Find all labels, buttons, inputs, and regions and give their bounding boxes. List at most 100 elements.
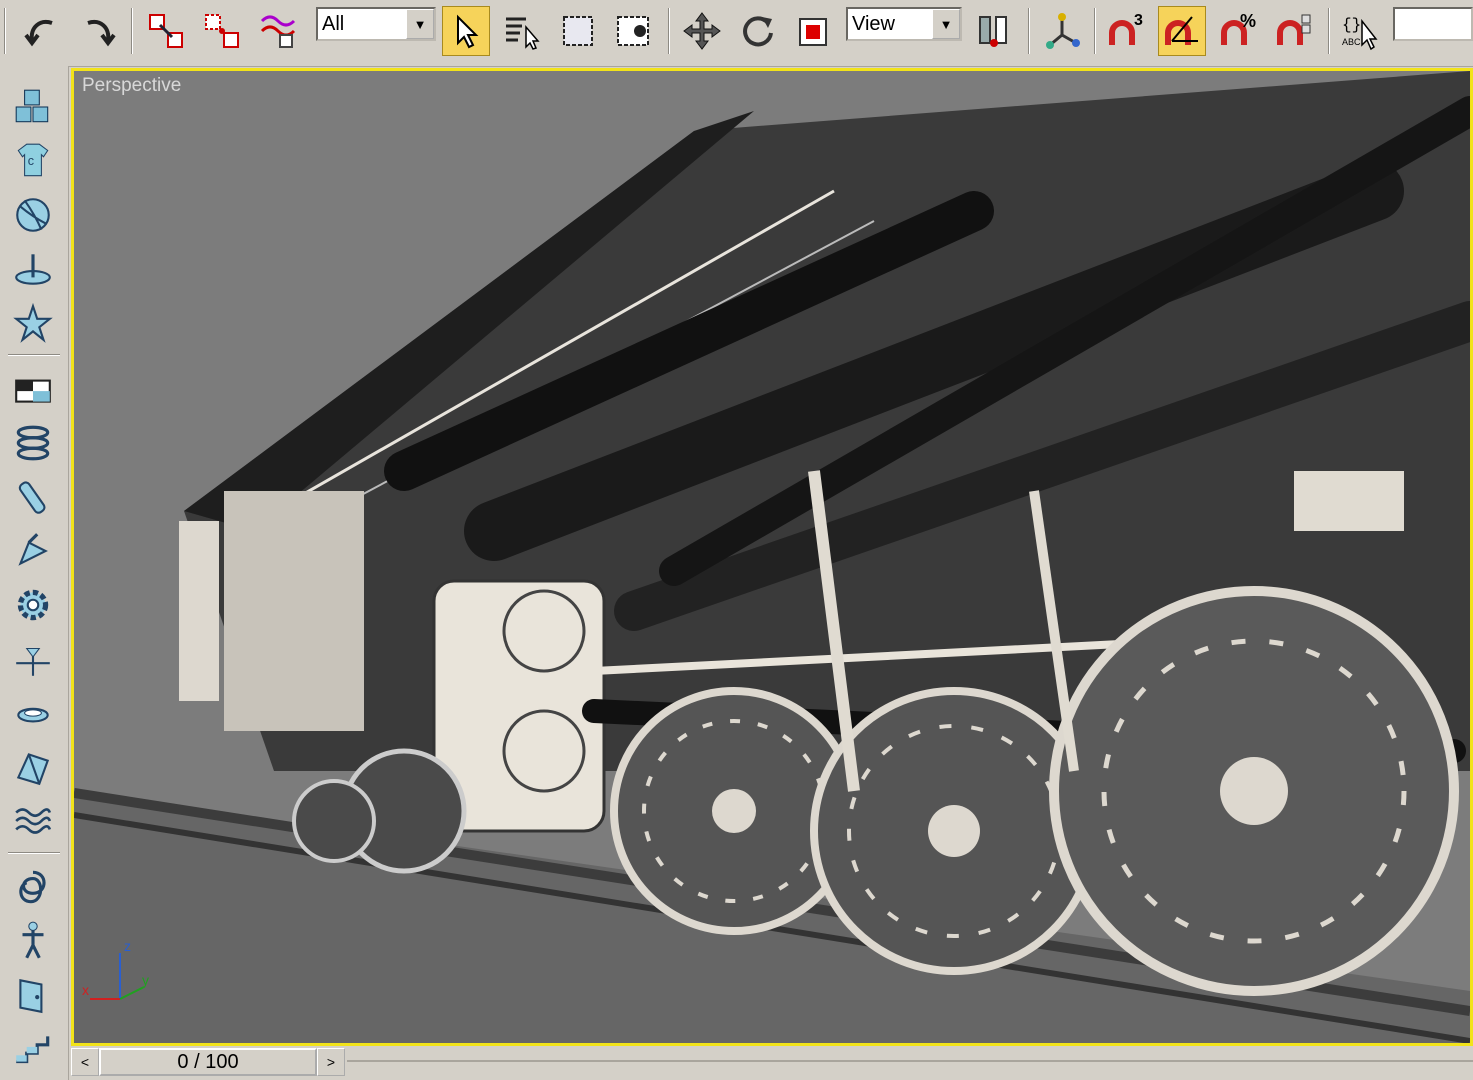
- select-and-scale-icon: [799, 18, 827, 46]
- angle-snap-icon: [1165, 16, 1198, 45]
- time-slider-bar: < 0 / 100 >: [71, 1046, 1473, 1080]
- window-crossing-button[interactable]: [610, 6, 658, 56]
- tab-separator: [8, 852, 60, 854]
- create-patch-grids-icon: [15, 254, 51, 285]
- tab-create-dynamics[interactable]: [10, 798, 56, 844]
- toolbar-separator: [1094, 8, 1096, 54]
- time-slider-track[interactable]: [347, 1060, 1473, 1062]
- tab-create-box[interactable]: [10, 366, 56, 412]
- viewport-label[interactable]: Perspective: [82, 75, 181, 97]
- bind-to-space-warp-icon: [260, 15, 296, 48]
- use-pivot-center-button[interactable]: [970, 6, 1018, 56]
- create-system-icon: [17, 707, 49, 723]
- tab-create-light[interactable]: [10, 528, 56, 574]
- reference-coordinate-dropdown[interactable]: View ▼: [846, 7, 962, 41]
- create-helper-icon: [17, 589, 49, 621]
- spinner-snap-icon: [1277, 14, 1311, 45]
- create-compound-icon: c: [17, 143, 49, 177]
- redo-button[interactable]: [74, 6, 122, 56]
- create-light-icon: [18, 533, 48, 566]
- tab-create-space-warp[interactable]: [10, 636, 56, 682]
- bind-to-space-warp-button[interactable]: [254, 6, 302, 56]
- axis-z-label: z: [124, 938, 131, 954]
- create-box-icon: [15, 379, 51, 403]
- svg-text:{}: {}: [1342, 16, 1361, 34]
- undo-button[interactable]: [18, 6, 66, 56]
- create-dynamics-icon: [15, 808, 52, 834]
- tab-create-compound[interactable]: c: [10, 138, 56, 184]
- select-and-manipulate-button[interactable]: [1038, 6, 1086, 56]
- snap-toggle-button[interactable]: 3: [1102, 6, 1150, 56]
- tab-panel: c: [0, 66, 69, 1080]
- tab-create-knot[interactable]: [10, 864, 56, 910]
- unlink-selection-icon: [205, 14, 239, 48]
- time-prev-button[interactable]: <: [71, 1048, 99, 1076]
- toolbar-separator: [4, 8, 6, 54]
- rectangular-selection-button[interactable]: [554, 6, 602, 56]
- time-slider-thumb[interactable]: 0 / 100: [99, 1048, 317, 1076]
- driving-wheel-3: [1049, 586, 1459, 996]
- select-and-scale-button[interactable]: [790, 6, 838, 56]
- spinner-snap-button[interactable]: [1270, 6, 1318, 56]
- chevron-left-icon: <: [80, 1054, 90, 1070]
- snap-toggle-icon: 3: [1109, 12, 1143, 45]
- tab-create-helper[interactable]: [10, 582, 56, 628]
- toolbar-separator: [1328, 8, 1330, 54]
- tab-create-helix[interactable]: [10, 420, 56, 466]
- select-and-rotate-button[interactable]: [734, 6, 782, 56]
- tab-create-stairs[interactable]: [10, 1026, 56, 1072]
- percent-snap-icon: %: [1221, 11, 1256, 45]
- create-biped-icon: [22, 921, 44, 959]
- chevron-down-icon[interactable]: ▼: [406, 9, 434, 39]
- tab-create-particles[interactable]: [10, 192, 56, 238]
- reference-coordinate-value: View: [852, 12, 895, 35]
- named-selection-sets-input[interactable]: [1393, 7, 1473, 41]
- tab-create-nurbs[interactable]: [10, 300, 56, 346]
- angle-snap-button[interactable]: [1158, 6, 1206, 56]
- crosshead: [1294, 471, 1404, 531]
- axis-tripod: z x y: [82, 938, 149, 1000]
- edit-named-label: ABC: [1342, 37, 1361, 47]
- select-by-name-button[interactable]: [498, 6, 546, 56]
- tab-create-cylinder[interactable]: [10, 474, 56, 520]
- undo-icon: [24, 20, 53, 47]
- create-knot-icon: [19, 870, 46, 904]
- select-object-icon: [457, 14, 479, 49]
- axis-x-label: x: [82, 982, 89, 998]
- create-nurbs-icon: [13, 302, 53, 343]
- select-and-link-icon: [149, 14, 183, 48]
- tab-create-door[interactable]: [10, 972, 56, 1018]
- smokebox-front: [179, 521, 219, 701]
- tab-create-system[interactable]: [10, 690, 56, 736]
- edit-named-selection-icon: {} ABC: [1342, 16, 1378, 51]
- viewport-render: [74, 71, 1470, 1043]
- select-by-name-icon: [506, 17, 540, 50]
- selection-filter-dropdown[interactable]: All ▼: [316, 7, 436, 41]
- selection-filter-value: All: [322, 12, 345, 35]
- tab-separator: [8, 354, 60, 356]
- smokebox: [224, 491, 364, 731]
- window-crossing-icon: [617, 16, 649, 46]
- select-and-move-button[interactable]: [678, 6, 726, 56]
- edit-named-selection-button[interactable]: {} ABC: [1336, 6, 1384, 56]
- tab-create-patch-grids[interactable]: [10, 246, 56, 292]
- redo-icon: [87, 20, 116, 47]
- create-helix-icon: [16, 425, 50, 461]
- select-and-rotate-icon: [743, 16, 773, 47]
- create-geometry-icon: [15, 89, 49, 123]
- tab-create-geometry[interactable]: [10, 84, 56, 130]
- select-and-move-icon: [683, 12, 721, 50]
- chevron-right-icon: >: [326, 1054, 336, 1070]
- select-and-link-button[interactable]: [142, 6, 190, 56]
- chevron-down-icon[interactable]: ▼: [932, 9, 960, 39]
- tab-create-fish[interactable]: [10, 744, 56, 790]
- perspective-viewport[interactable]: Perspective z x y: [71, 68, 1473, 1046]
- driving-wheel-2: [810, 687, 1098, 975]
- time-next-button[interactable]: >: [317, 1048, 345, 1076]
- tab-create-biped[interactable]: [10, 918, 56, 964]
- percent-snap-button[interactable]: %: [1214, 6, 1262, 56]
- unlink-selection-button[interactable]: [198, 6, 246, 56]
- select-and-manipulate-icon: [1046, 13, 1080, 49]
- select-object-button[interactable]: [442, 6, 490, 56]
- axis-y-label: y: [142, 972, 149, 988]
